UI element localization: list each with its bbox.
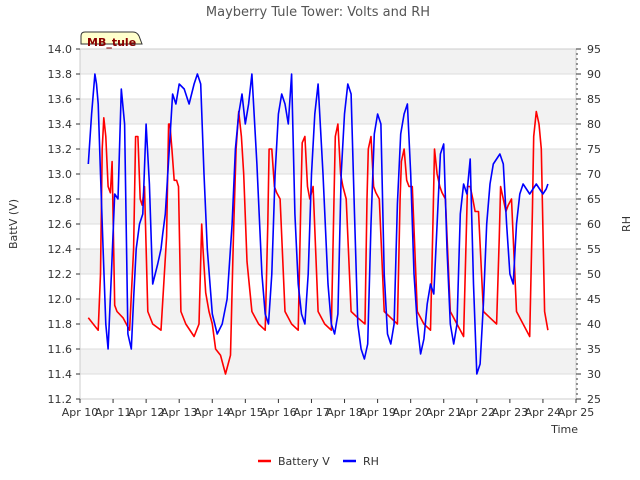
plot-band: [80, 299, 576, 324]
x-tick-label: Apr 15: [227, 406, 264, 419]
x-tick-label: Apr 14: [194, 406, 231, 419]
y-left-tick-label: 12.4: [48, 243, 73, 256]
y-left-tick-label: 12.2: [48, 268, 73, 281]
y-right-tick-label: 70: [587, 168, 601, 181]
y-right-tick-label: 40: [587, 318, 601, 331]
y-right-tick-label: 45: [587, 293, 601, 306]
y-right-tick-label: 60: [587, 218, 601, 231]
x-tick-label: Apr 22: [459, 406, 496, 419]
x-tick-label: Apr 25: [558, 406, 595, 419]
y-right-tick-label: 85: [587, 93, 601, 106]
y-left-tick-label: 12.8: [48, 193, 73, 206]
y-left-tick-label: 14.0: [48, 43, 73, 56]
y-right-tick-label: 80: [587, 118, 601, 131]
y-left-tick-label: 13.6: [48, 93, 73, 106]
legend-label: Battery V: [278, 455, 330, 468]
y-right-tick-label: 35: [587, 343, 601, 356]
plot-band: [80, 374, 576, 399]
y-left-tick-label: 13.0: [48, 168, 73, 181]
plot-band: [80, 199, 576, 224]
y-right-tick-label: 65: [587, 193, 601, 206]
x-tick-label: Apr 10: [62, 406, 99, 419]
y-axis-left-label: BattV (V): [7, 199, 20, 249]
plot-band: [80, 174, 576, 199]
x-tick-label: Apr 21: [425, 406, 462, 419]
station-badge-label: MB_tule: [87, 36, 136, 49]
y-left-tick-label: 13.4: [48, 118, 73, 131]
x-tick-label: Apr 18: [326, 406, 363, 419]
y-left-tick-label: 11.8: [48, 318, 73, 331]
legend-label: RH: [363, 455, 379, 468]
y-left-tick-label: 13.8: [48, 68, 73, 81]
x-tick-label: Apr 17: [293, 406, 330, 419]
x-axis-label: Time: [550, 423, 578, 436]
x-tick-label: Apr 11: [95, 406, 132, 419]
y-right-tick-label: 25: [587, 393, 601, 406]
y-left-tick-label: 12.6: [48, 218, 73, 231]
plot-band: [80, 74, 576, 99]
y-left-tick-label: 11.4: [48, 368, 73, 381]
y-right-tick-label: 95: [587, 43, 601, 56]
x-tick-label: Apr 13: [161, 406, 198, 419]
x-tick-label: Apr 19: [359, 406, 396, 419]
y-right-tick-label: 90: [587, 68, 601, 81]
y-right-tick-label: 75: [587, 143, 601, 156]
plot-band: [80, 349, 576, 374]
y-left-tick-label: 13.2: [48, 143, 73, 156]
station-badge: MB_tule: [80, 31, 143, 49]
x-tick-label: Apr 12: [128, 406, 165, 419]
x-tick-label: Apr 16: [260, 406, 297, 419]
x-tick-label: Apr 24: [525, 406, 562, 419]
plot-band: [80, 224, 576, 249]
y-left-tick-label: 12.0: [48, 293, 73, 306]
chart-title: Mayberry Tule Tower: Volts and RH: [206, 5, 430, 20]
x-tick-label: Apr 23: [492, 406, 529, 419]
y-right-tick-label: 30: [587, 368, 601, 381]
y-right-tick-label: 55: [587, 243, 601, 256]
plot-band: [80, 149, 576, 174]
plot-band: [80, 124, 576, 149]
plot-band: [80, 49, 576, 74]
plot-band: [80, 99, 576, 124]
y-right-tick-label: 50: [587, 268, 601, 281]
chart: 11.2 11.4 11.6 11.8 12.0 12.2 12.4 12.6 12.8 13.0…: [0, 0, 640, 480]
y-left-tick-label: 11.2: [48, 393, 73, 406]
x-tick-label: Apr 20: [392, 406, 429, 419]
y-axis-right-label: RH: [620, 216, 633, 232]
y-left-tick-label: 11.6: [48, 343, 73, 356]
